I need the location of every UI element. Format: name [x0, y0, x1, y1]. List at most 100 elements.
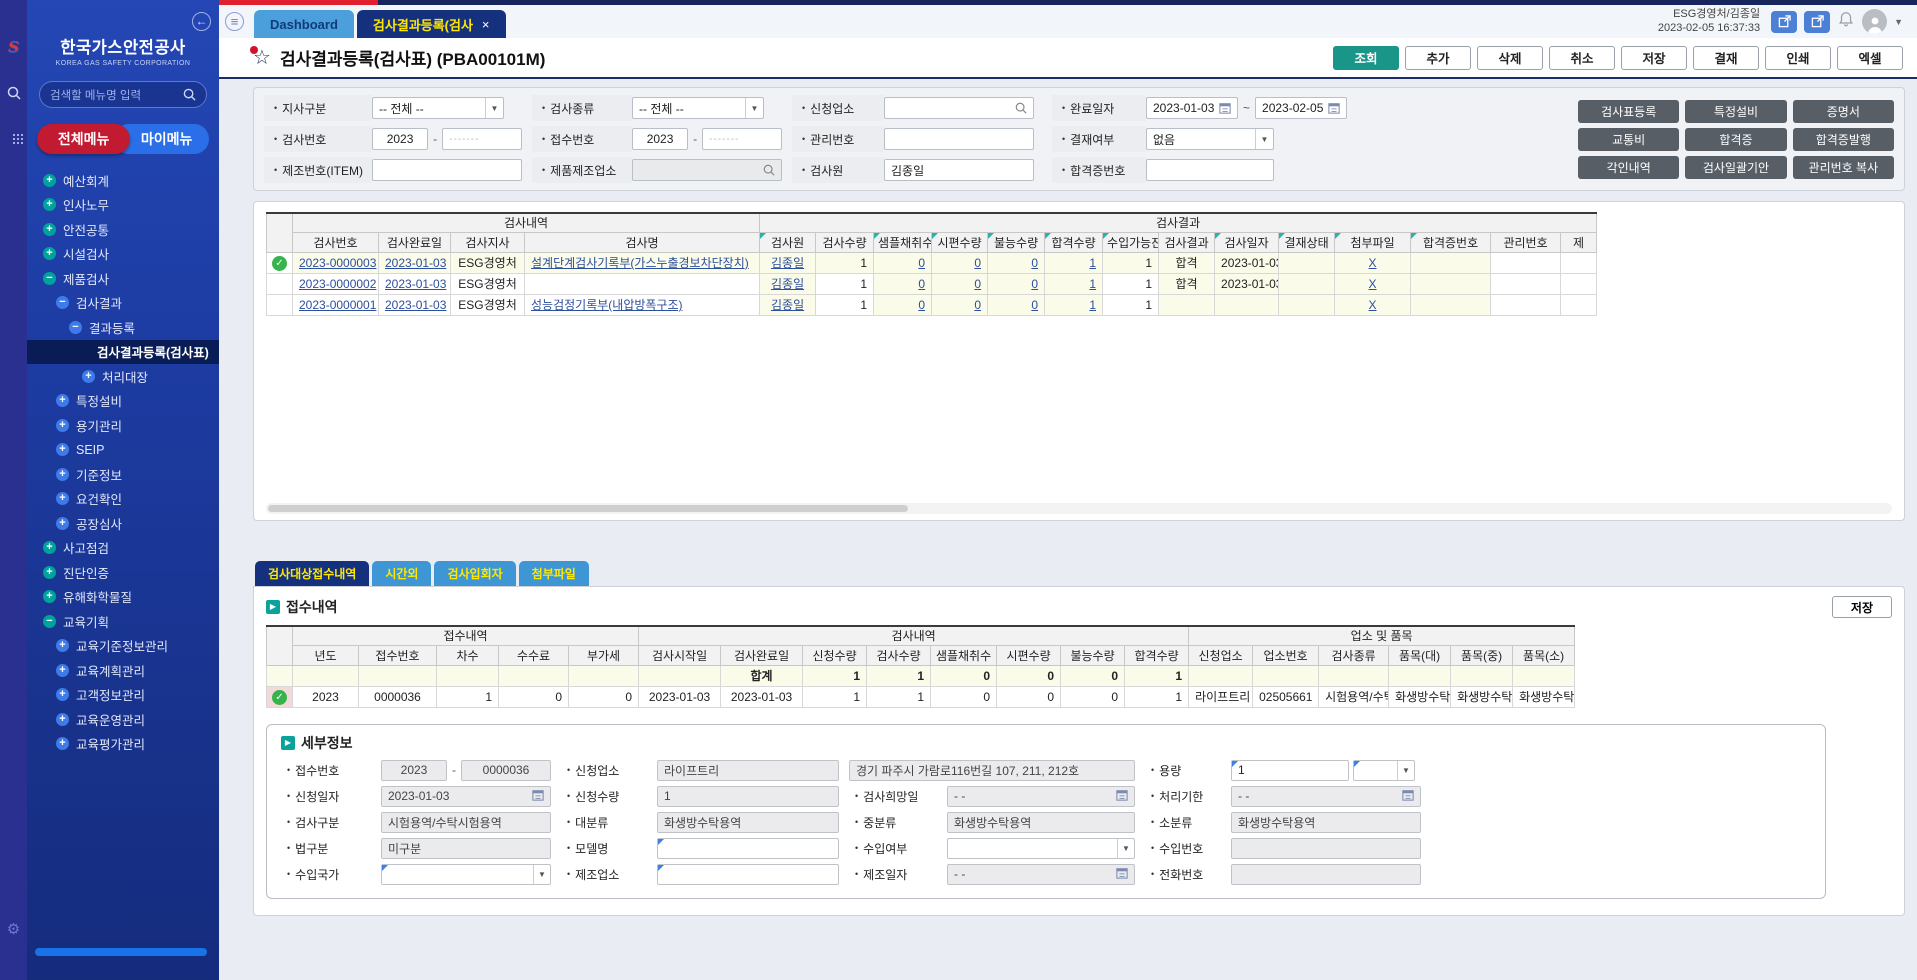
tab-inspection-result[interactable]: 검사결과등록(검사 ×: [357, 10, 506, 38]
popup-window-icon[interactable]: [1804, 11, 1830, 33]
manufacture-date-field[interactable]: - -: [947, 864, 1135, 885]
grid-row[interactable]: ✓202300000361002023-01-032023-01-0311000…: [267, 686, 1575, 707]
tab-receipt-detail[interactable]: 검사대상접수내역: [255, 561, 369, 586]
grid-cell-link[interactable]: 0: [918, 298, 925, 312]
kgs-logo-icon[interactable]: S: [8, 38, 19, 56]
sidebar-item[interactable]: +유해화학물질: [27, 585, 219, 610]
grid-cell-link[interactable]: X: [1369, 256, 1377, 270]
sidebar-item[interactable]: +시설검사: [27, 242, 219, 267]
sidebar-item[interactable]: +요건확인: [27, 487, 219, 512]
specific-equipment-button[interactable]: 특정설비: [1685, 100, 1786, 123]
expand-icon[interactable]: +: [56, 394, 69, 407]
receipt-save-button[interactable]: 저장: [1832, 596, 1892, 618]
chevron-down-icon[interactable]: ▼: [1894, 17, 1903, 27]
branch-division-select[interactable]: -- 전체 --▼: [372, 97, 504, 119]
grid-cell-link[interactable]: 0: [1031, 277, 1038, 291]
phone-no-field[interactable]: [1231, 864, 1421, 885]
application-qty-field[interactable]: 1: [657, 786, 839, 807]
collapse-icon[interactable]: −: [43, 272, 56, 285]
tab-attachments[interactable]: 첨부파일: [519, 561, 589, 586]
menu-search-input[interactable]: 검색할 메뉴명 입력: [39, 81, 207, 108]
grid-cell-link[interactable]: 1: [1089, 277, 1096, 291]
grid-cell-link[interactable]: 김종일: [771, 298, 804, 312]
inspector-input[interactable]: 김종일: [884, 159, 1034, 181]
sidebar-item[interactable]: 검사결과등록(검사표): [27, 340, 219, 365]
print-button[interactable]: 인쇄: [1765, 46, 1831, 70]
grid-row[interactable]: ✓2023-00000032023-01-03ESG경영처설계단계검사기록부(가…: [267, 252, 1597, 273]
certificate-button[interactable]: 증명서: [1793, 100, 1894, 123]
grid-cell-link[interactable]: X: [1369, 277, 1377, 291]
expand-icon[interactable]: +: [43, 590, 56, 603]
sidebar-item[interactable]: +공장심사: [27, 511, 219, 536]
sidebar-item[interactable]: +안전공통: [27, 217, 219, 242]
inspection-kind-select[interactable]: -- 전체 --▼: [632, 97, 764, 119]
import-status-select[interactable]: ▼: [947, 838, 1135, 859]
grid-cell-link[interactable]: 설계단계검사기록부(가스누출경보차단장치): [531, 256, 749, 270]
receipt-no-year-input[interactable]: 2023: [632, 128, 688, 150]
sidebar-item[interactable]: −제품검사: [27, 266, 219, 291]
grid-cell-link[interactable]: 0: [1031, 298, 1038, 312]
expand-icon[interactable]: +: [56, 737, 69, 750]
inspection-no-year-input[interactable]: 2023: [372, 128, 428, 150]
manufacture-no-input[interactable]: [372, 159, 522, 181]
expand-icon[interactable]: +: [43, 223, 56, 236]
collapse-icon[interactable]: −: [69, 321, 82, 334]
approval-status-select[interactable]: 없음▼: [1146, 128, 1274, 150]
sidebar-item[interactable]: +특정설비: [27, 389, 219, 414]
sidebar-scrollbar[interactable]: [35, 948, 207, 956]
capacity-input[interactable]: 1: [1231, 760, 1349, 781]
open-window-icon[interactable]: [1771, 11, 1797, 33]
import-country-select[interactable]: ▼: [381, 864, 551, 885]
expand-icon[interactable]: +: [43, 566, 56, 579]
major-category-field[interactable]: 화생방수탁용역: [657, 812, 839, 833]
app-grid-icon[interactable]: [13, 134, 15, 136]
grid-cell-link[interactable]: 김종일: [771, 277, 804, 291]
expand-icon[interactable]: +: [56, 517, 69, 530]
settings-gear-icon[interactable]: ⚙: [7, 920, 20, 938]
pass-cert-button[interactable]: 합격증: [1685, 128, 1786, 151]
tab-dashboard[interactable]: Dashboard: [254, 10, 354, 38]
engraving-button[interactable]: 각인내역: [1578, 156, 1679, 179]
grid-hscrollbar-thumb[interactable]: [268, 505, 908, 512]
expand-icon[interactable]: +: [56, 468, 69, 481]
sidebar-item[interactable]: −결과등록: [27, 315, 219, 340]
all-menu-button[interactable]: 전체메뉴: [37, 124, 130, 154]
save-button[interactable]: 저장: [1621, 46, 1687, 70]
grid-cell-link[interactable]: 0: [918, 256, 925, 270]
grid-row[interactable]: 2023-00000022023-01-03ESG경영처김종일100011합격2…: [267, 273, 1597, 294]
expand-icon[interactable]: +: [82, 370, 95, 383]
grid-cell-link[interactable]: 0: [918, 277, 925, 291]
sidebar-item[interactable]: +진단인증: [27, 560, 219, 585]
grid-row[interactable]: 2023-00000012023-01-03ESG경영처성능검정기록부(내압방폭…: [267, 294, 1597, 315]
sidebar-item[interactable]: +인사노무: [27, 193, 219, 218]
grid-cell-link[interactable]: 성능검정기록부(내압방폭구조): [531, 298, 683, 312]
manufacturer-input[interactable]: [657, 864, 839, 885]
import-no-field[interactable]: [1231, 838, 1421, 859]
desired-date-field[interactable]: - -: [947, 786, 1135, 807]
avatar[interactable]: [1862, 9, 1887, 34]
grid-cell-link[interactable]: 2023-01-03: [385, 256, 446, 270]
management-no-input[interactable]: [884, 128, 1034, 150]
sidebar-collapse-icon[interactable]: ←: [192, 12, 211, 31]
sidebar-item[interactable]: +SEIP: [27, 438, 219, 463]
favorite-star-icon[interactable]: ☆: [253, 48, 271, 68]
deadline-field[interactable]: - -: [1231, 786, 1421, 807]
expand-icon[interactable]: +: [56, 443, 69, 456]
grid-cell-link[interactable]: 김종일: [771, 256, 804, 270]
grid-cell-link[interactable]: 0: [1031, 256, 1038, 270]
receipt-year-field[interactable]: 2023: [381, 760, 447, 781]
shop-address-field[interactable]: 경기 파주시 가람로116번길 107, 211, 212호: [849, 760, 1135, 781]
sidebar-item[interactable]: +기준정보: [27, 462, 219, 487]
grid-cell-link[interactable]: 2023-0000003: [299, 256, 376, 270]
inspection-sheet-register-button[interactable]: 검사표등록: [1578, 100, 1679, 123]
batch-draft-button[interactable]: 검사일괄기안: [1685, 156, 1786, 179]
transport-fee-button[interactable]: 교통비: [1578, 128, 1679, 151]
grid-cell-link[interactable]: 2023-0000002: [299, 277, 376, 291]
hamburger-icon[interactable]: ≡: [225, 12, 244, 31]
law-division-field[interactable]: 미구분: [381, 838, 551, 859]
collapse-icon[interactable]: −: [43, 615, 56, 628]
notification-bell-icon[interactable]: [1837, 10, 1855, 33]
receipt-seq-field[interactable]: 0000036: [461, 760, 551, 781]
application-date-field[interactable]: 2023-01-03: [381, 786, 551, 807]
sidebar-item[interactable]: −검사결과: [27, 291, 219, 316]
